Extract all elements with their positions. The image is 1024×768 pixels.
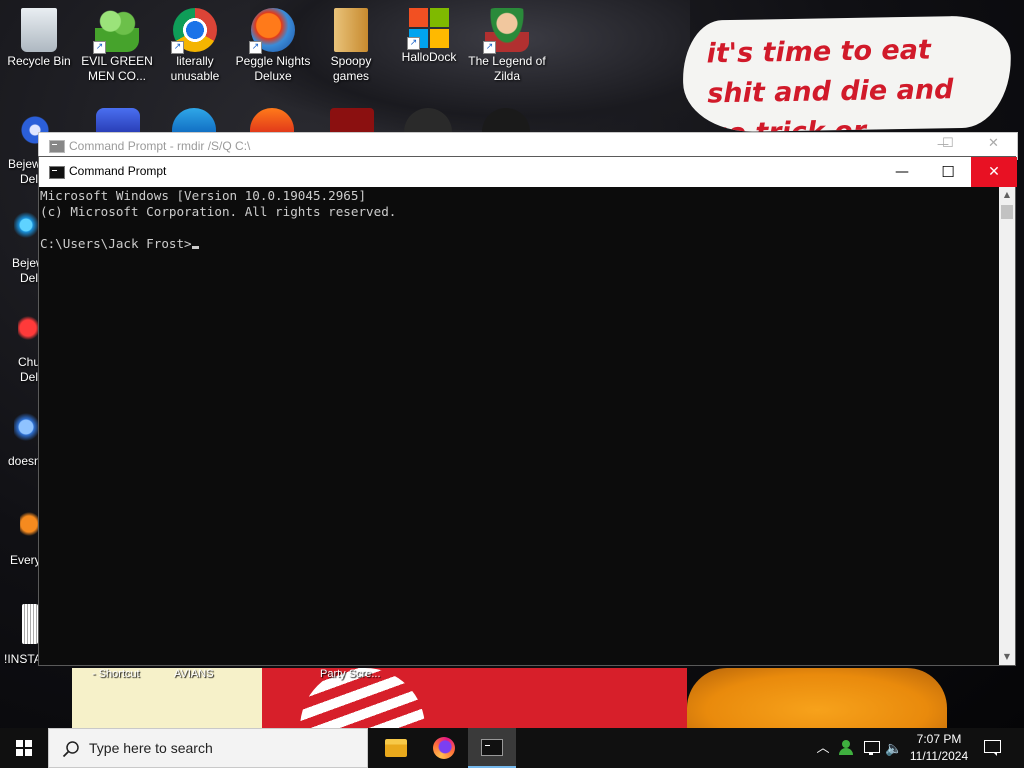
taskbar-file-explorer[interactable]: [372, 728, 420, 768]
scroll-down-icon[interactable]: ▼: [999, 649, 1015, 665]
windows-logo-icon: ↗: [407, 8, 449, 50]
text-cursor: [191, 246, 199, 249]
scroll-up-icon[interactable]: ▲: [999, 187, 1015, 203]
command-prompt-window[interactable]: Command Prompt — ☐ ✕ Microsoft Windows […: [38, 156, 1017, 666]
desktop-icon-label: HalloDock: [401, 50, 457, 64]
flash-icon[interactable]: [330, 108, 374, 132]
scrollbar-thumb[interactable]: [1001, 205, 1013, 219]
maximize-button[interactable]: ☐: [925, 157, 971, 187]
peggle-icon: ↗: [249, 8, 295, 54]
shortcut-arrow-icon: ↗: [171, 41, 184, 54]
windows-start-icon: [16, 740, 32, 756]
shortcut-arrow-icon: ↗: [249, 41, 262, 54]
volume-icon[interactable]: 🔈: [884, 728, 904, 768]
desktop-icon-legend-of-zilda[interactable]: ↗ The Legend of Zilda: [468, 2, 546, 84]
desktop-icon-label: Del: [20, 172, 39, 186]
desktop-icon-chrome[interactable]: ↗ literally unusable: [156, 2, 234, 84]
desktop-icon-label: Recycle Bin: [7, 54, 71, 68]
app-icon[interactable]: [14, 408, 38, 446]
taskbar-search-box[interactable]: Type here to search: [48, 728, 368, 768]
people-icon[interactable]: [838, 728, 856, 768]
chrome-icon: ↗: [171, 8, 217, 54]
search-placeholder: Type here to search: [89, 740, 213, 756]
desktop-caption-shortcut: - Shortcut: [92, 668, 140, 680]
console-line: Microsoft Windows [Version 10.0.19045.29…: [40, 188, 367, 203]
command-prompt-icon: [481, 739, 503, 756]
desktop-caption-avians: AVIANS: [174, 668, 214, 680]
desktop-icon-label: Peggle Nights Deluxe: [235, 54, 311, 83]
firefox-icon: [433, 737, 455, 759]
background-note-text: it's time to eat shit and die and go tri…: [706, 34, 954, 133]
edge-icon[interactable]: [172, 108, 216, 132]
background-note: it's time to eat shit and die and go tri…: [682, 15, 1012, 133]
command-prompt-icon: [49, 140, 65, 153]
app-icon[interactable]: [20, 506, 38, 542]
recycle-bin-icon: [21, 8, 57, 52]
network-icon[interactable]: [862, 728, 882, 768]
minimize-button[interactable]: —: [879, 157, 925, 187]
bejeweled-icon[interactable]: [14, 208, 38, 242]
desktop-icon-label: Chu: [18, 355, 41, 369]
desktop-icon-recycle-bin[interactable]: Recycle Bin: [0, 2, 78, 69]
game-icon[interactable]: [96, 108, 140, 132]
shortcut-arrow-icon: ↗: [407, 37, 420, 50]
start-button[interactable]: [0, 728, 48, 768]
desktop-icon-label: Del: [20, 370, 39, 384]
taskbar-command-prompt[interactable]: [468, 728, 516, 768]
window-title: Command Prompt: [69, 164, 167, 178]
clock-time: 7:07 PM: [916, 732, 962, 746]
notifications-icon[interactable]: [978, 728, 1006, 768]
clock-date: 11/11/2024: [909, 749, 969, 763]
maximize-icon[interactable]: ☐: [942, 136, 954, 151]
close-button[interactable]: ✕: [971, 157, 1017, 187]
shortcut-arrow-icon: ↗: [93, 41, 106, 54]
desktop-caption-party: Party Scre...: [320, 668, 381, 680]
desktop-icon-label: The Legend of Zilda: [468, 54, 546, 83]
taskbar-clock[interactable]: 7:07 PM 11/11/2024: [906, 731, 972, 765]
background-window-title: Command Prompt - rmdir /S/Q C:\: [69, 139, 251, 153]
desktop-icon-spoopy-games[interactable]: Spoopy games: [312, 2, 390, 84]
desktop-icon-label: Bejew: [8, 157, 41, 171]
desktop-icon-label: Del: [20, 271, 39, 285]
desktop-icon-label: !INSTA: [4, 652, 42, 666]
taskbar-firefox[interactable]: [420, 728, 468, 768]
window-titlebar[interactable]: Command Prompt — ☐ ✕: [39, 157, 1017, 187]
desktop-icon-label: Every: [10, 553, 41, 567]
green-men-icon: ↗: [93, 8, 139, 54]
desktop-icon-evil-green-men[interactable]: ↗ EVIL GREEN MEN CO...: [78, 2, 156, 84]
desktop-icon-label: literally unusable: [170, 54, 220, 83]
console-prompt-line: C:\Users\Jack Frost>: [40, 236, 199, 252]
console-line: (c) Microsoft Corporation. All rights re…: [40, 204, 397, 219]
file-explorer-icon: [385, 739, 407, 757]
close-icon[interactable]: ✕: [988, 136, 999, 151]
search-icon: [62, 741, 79, 758]
console-prompt: C:\Users\Jack Frost>: [40, 236, 192, 251]
taskbar: Type here to search ︿ 🔈 7:07 PM 11/11/20…: [0, 728, 1024, 768]
vertical-scrollbar[interactable]: ▲ ▼: [999, 187, 1015, 665]
desktop-icon-peggle[interactable]: ↗ Peggle Nights Deluxe: [234, 2, 312, 84]
desktop-icon-label: EVIL GREEN MEN CO...: [81, 54, 153, 83]
show-hidden-icons-chevron-up-icon[interactable]: ︿: [812, 728, 834, 768]
desktop-icon-label: Spoopy games: [330, 54, 372, 83]
installer-icon[interactable]: [22, 604, 38, 644]
folder-icon: [334, 8, 368, 52]
desktop-icon-hallodock[interactable]: ↗ HalloDock: [390, 2, 468, 65]
console-output[interactable]: Microsoft Windows [Version 10.0.19045.29…: [39, 187, 999, 665]
background-pumpkin: [687, 668, 947, 728]
command-prompt-icon: [49, 166, 65, 179]
chuzzle-icon[interactable]: [18, 310, 38, 346]
zilda-icon: ↗: [483, 8, 529, 54]
shortcut-arrow-icon: ↗: [483, 41, 496, 54]
desktop-icon-label: doesn: [8, 454, 41, 468]
